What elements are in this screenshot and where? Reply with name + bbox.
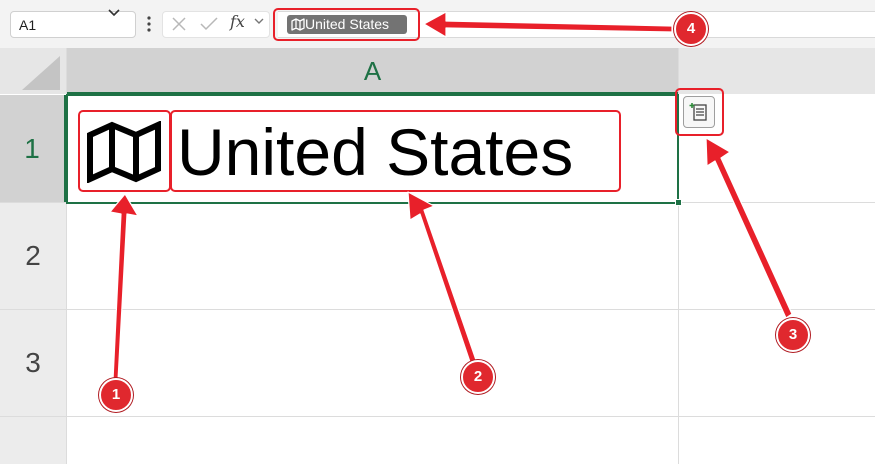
annotation-badge-1: 1 [99,378,133,412]
annotation-badge-2: 2 [461,360,495,394]
arrow-1 [109,193,139,381]
annotation-badge-3: 3 [776,318,810,352]
arrow-2 [407,191,477,363]
arrow-4 [423,11,673,38]
annotation-badge-4: 4 [674,12,708,46]
arrow-3 [705,137,793,319]
